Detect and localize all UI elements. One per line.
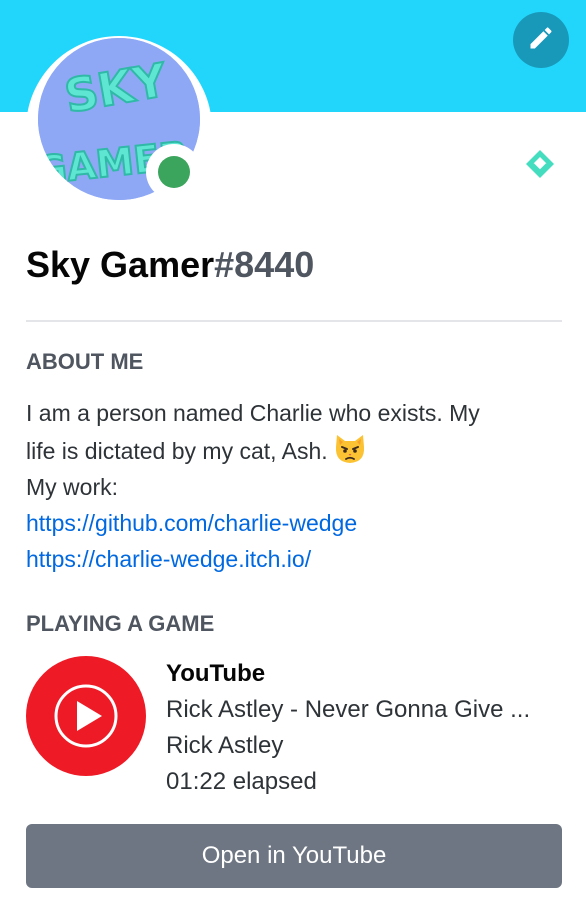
- itch-link[interactable]: https://charlie-wedge.itch.io/: [26, 546, 311, 572]
- pouting-cat-emoji: [332, 431, 368, 467]
- about-line-2-text: life is dictated by my cat, Ash.: [26, 438, 328, 464]
- open-in-youtube-button[interactable]: Open in YouTube: [26, 824, 562, 888]
- username-discriminator: #8440: [214, 244, 315, 285]
- user-profile-card: SKY GAMER Sky Gamer#8440 ABOUT ME I am a…: [0, 0, 586, 910]
- online-status-indicator: [158, 156, 190, 188]
- activity-heading: PLAYING A GAME: [26, 611, 215, 636]
- hypesquad-balance-icon[interactable]: [524, 148, 556, 180]
- activity-elapsed: 01:22 elapsed: [166, 768, 317, 795]
- youtube-music-icon: [26, 656, 146, 776]
- divider: [26, 320, 562, 322]
- username-name: Sky Gamer: [26, 244, 215, 285]
- activity-artist: Rick Astley: [166, 732, 284, 759]
- pencil-icon: [527, 24, 555, 57]
- edit-profile-button[interactable]: [513, 12, 569, 68]
- activity-details: YouTube Rick Astley - Never Gonna Give .…: [166, 656, 562, 800]
- username[interactable]: Sky Gamer#8440: [26, 242, 314, 288]
- activity-song: Rick Astley - Never Gonna Give ...: [166, 696, 531, 723]
- about-me-heading: ABOUT ME: [26, 349, 144, 374]
- about-line-2: life is dictated by my cat, Ash.: [26, 431, 566, 469]
- activity-name: YouTube: [166, 660, 266, 687]
- github-link[interactable]: https://github.com/charlie-wedge: [26, 510, 357, 536]
- about-me-text: I am a person named Charlie who exists. …: [26, 395, 566, 577]
- about-line-1: I am a person named Charlie who exists. …: [26, 400, 480, 426]
- about-line-3: My work:: [26, 474, 118, 500]
